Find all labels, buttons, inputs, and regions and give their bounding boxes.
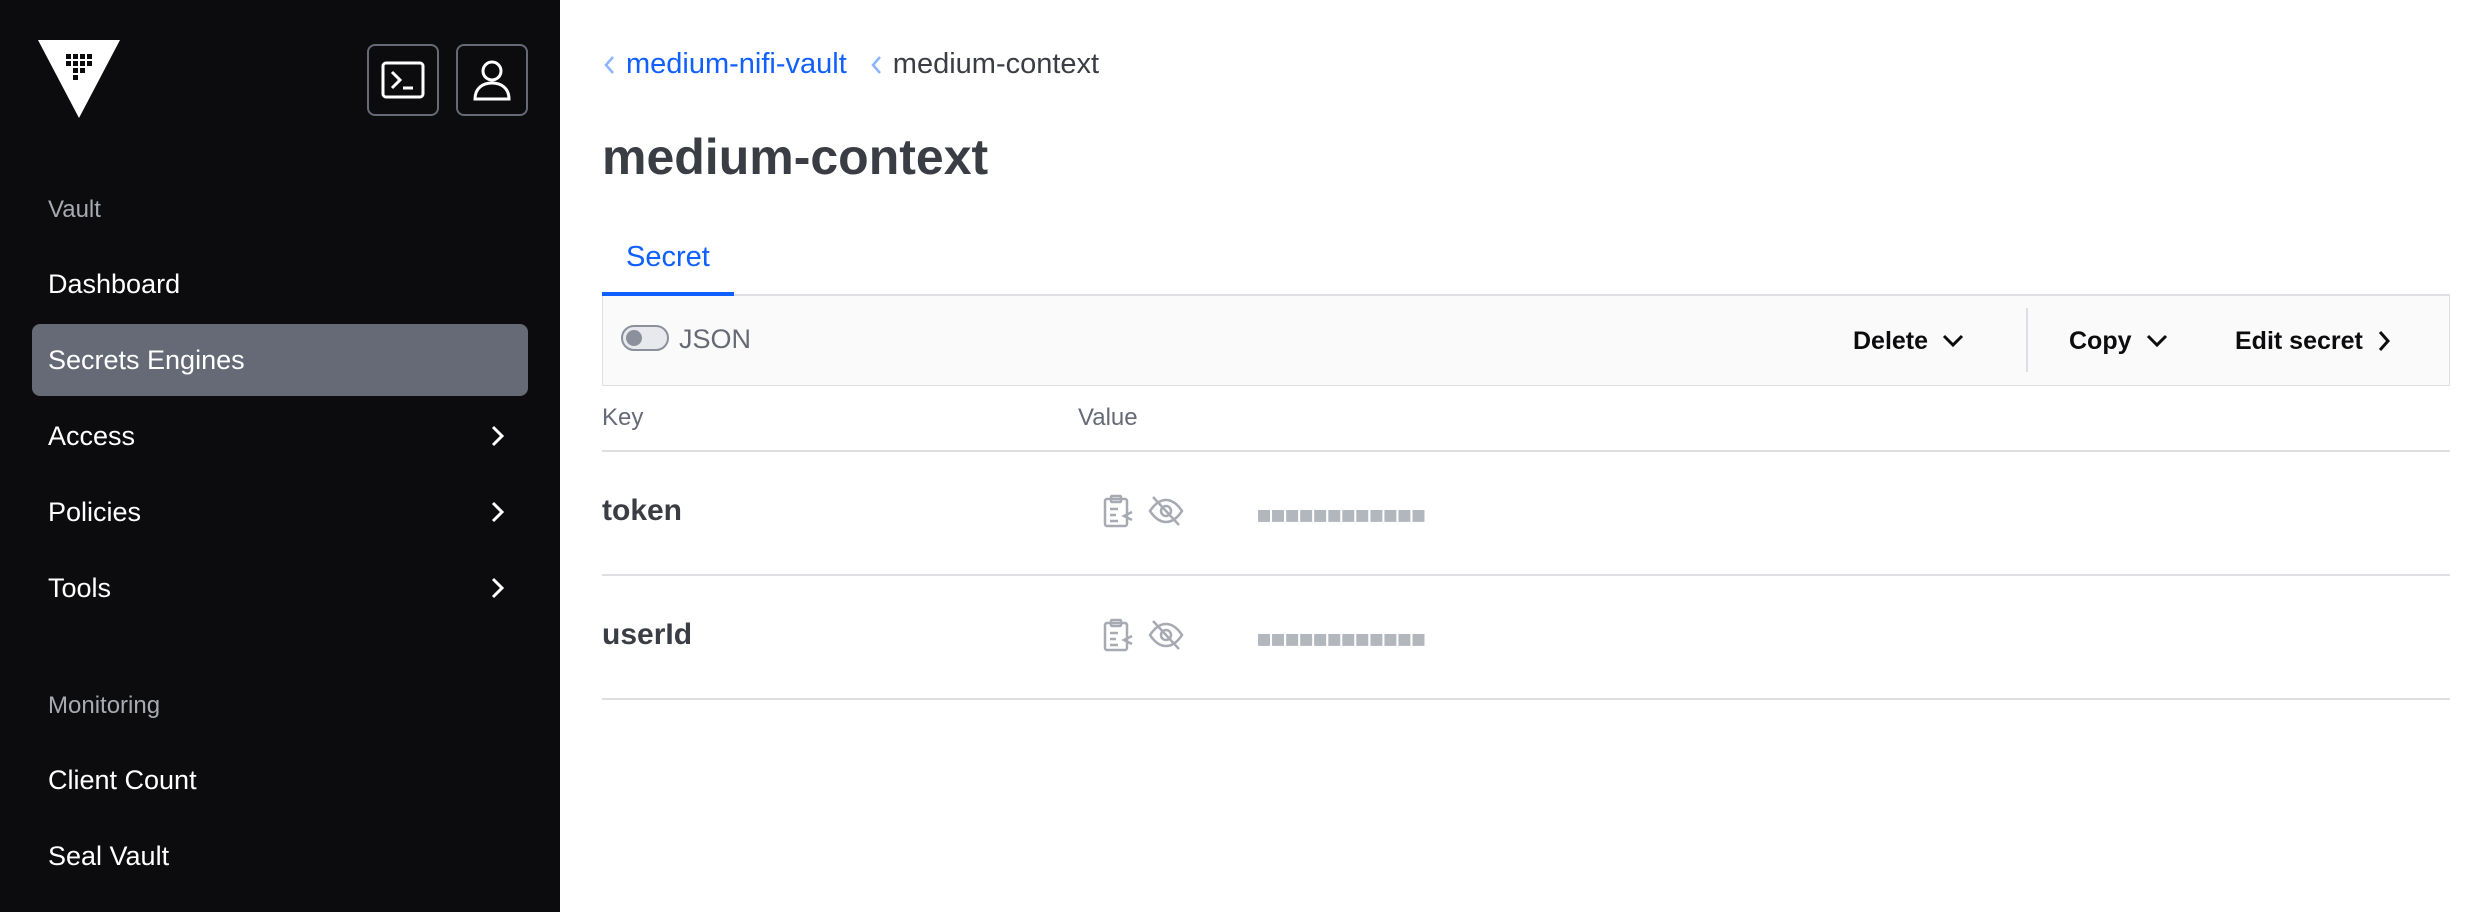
sidebar-item-label: Seal Vault bbox=[48, 840, 170, 871]
edit-secret-button[interactable]: Edit secret bbox=[2235, 296, 2391, 386]
breadcrumb-link-parent[interactable]: medium-nifi-vault bbox=[626, 48, 847, 81]
terminal-icon bbox=[381, 61, 425, 99]
eye-off-icon[interactable] bbox=[1148, 618, 1184, 652]
section-label-monitoring: Monitoring bbox=[48, 692, 161, 719]
sidebar-item-label: Access bbox=[48, 420, 136, 451]
sidebar-item-seal-vault[interactable]: Seal Vault bbox=[32, 820, 528, 892]
toolbar-divider bbox=[2026, 308, 2028, 372]
chevron-left-icon bbox=[604, 55, 614, 74]
breadcrumb: medium-nifi-vault medium-context bbox=[602, 48, 1099, 81]
copy-button-label: Copy bbox=[2069, 326, 2132, 355]
sidebar-item-tools[interactable]: Tools bbox=[32, 552, 528, 624]
sidebar-item-label: Secrets Engines bbox=[48, 344, 245, 375]
chevron-down-icon bbox=[1942, 334, 1964, 348]
row-actions bbox=[1102, 618, 1184, 652]
chevron-right-icon bbox=[491, 501, 505, 523]
user-menu-button[interactable] bbox=[456, 44, 528, 116]
json-toggle[interactable] bbox=[621, 325, 669, 351]
sidebar-item-access[interactable]: Access bbox=[32, 400, 528, 472]
user-icon bbox=[473, 60, 511, 101]
sidebar: Vault Dashboard Secrets Engines Access P… bbox=[0, 0, 560, 912]
chevron-down-icon bbox=[2146, 334, 2167, 348]
chevron-right-icon bbox=[491, 577, 505, 599]
clipboard-icon[interactable] bbox=[1102, 494, 1134, 528]
clipboard-icon[interactable] bbox=[1102, 618, 1134, 652]
sidebar-item-client-count[interactable]: Client Count bbox=[32, 744, 528, 816]
sidebar-item-label: Policies bbox=[48, 496, 142, 527]
sidebar-item-secrets-engines[interactable]: Secrets Engines bbox=[32, 324, 528, 396]
table-row: token ■■■■■■■■■■■■ bbox=[602, 452, 2450, 576]
page-title: medium-context bbox=[602, 129, 989, 185]
json-toggle-label[interactable]: JSON bbox=[679, 324, 751, 355]
secret-key: token bbox=[602, 494, 683, 527]
row-actions bbox=[1102, 494, 1184, 528]
section-label-vault: Vault bbox=[48, 196, 101, 223]
chevron-right-icon bbox=[2378, 331, 2390, 351]
table-header: Key Value bbox=[602, 386, 2450, 452]
console-button[interactable] bbox=[367, 44, 439, 116]
delete-button[interactable]: Delete bbox=[1853, 296, 1964, 386]
vault-logo-icon[interactable] bbox=[38, 40, 120, 118]
sidebar-item-dashboard[interactable]: Dashboard bbox=[32, 248, 528, 320]
sidebar-item-label: Client Count bbox=[48, 764, 197, 795]
sidebar-item-label: Dashboard bbox=[48, 268, 181, 299]
breadcrumb-current: medium-context bbox=[892, 48, 1100, 80]
eye-off-icon[interactable] bbox=[1148, 494, 1184, 528]
tab-bar: Secret bbox=[602, 222, 2450, 296]
secret-key: userId bbox=[602, 618, 693, 651]
sidebar-item-label: Tools bbox=[48, 572, 112, 603]
secret-toolbar: JSON Delete Copy Edit secret bbox=[602, 296, 2450, 386]
toggle-knob bbox=[626, 330, 642, 346]
tab-secret[interactable]: Secret bbox=[602, 222, 734, 296]
masked-value: ■■■■■■■■■■■■ bbox=[1258, 626, 1427, 650]
edit-secret-label: Edit secret bbox=[2235, 326, 2363, 355]
column-header-key: Key bbox=[602, 404, 644, 431]
chevron-left-icon bbox=[871, 55, 881, 74]
sidebar-item-policies[interactable]: Policies bbox=[32, 476, 528, 548]
chevron-right-icon bbox=[491, 425, 505, 447]
column-header-value: Value bbox=[1078, 404, 1138, 431]
table-row: userId ■■■■■■■■■■■■ bbox=[602, 576, 2450, 700]
masked-value: ■■■■■■■■■■■■ bbox=[1258, 502, 1427, 526]
delete-button-label: Delete bbox=[1853, 326, 1929, 355]
main-content: medium-nifi-vault medium-context medium-… bbox=[560, 0, 2490, 912]
copy-button[interactable]: Copy bbox=[2069, 296, 2168, 386]
